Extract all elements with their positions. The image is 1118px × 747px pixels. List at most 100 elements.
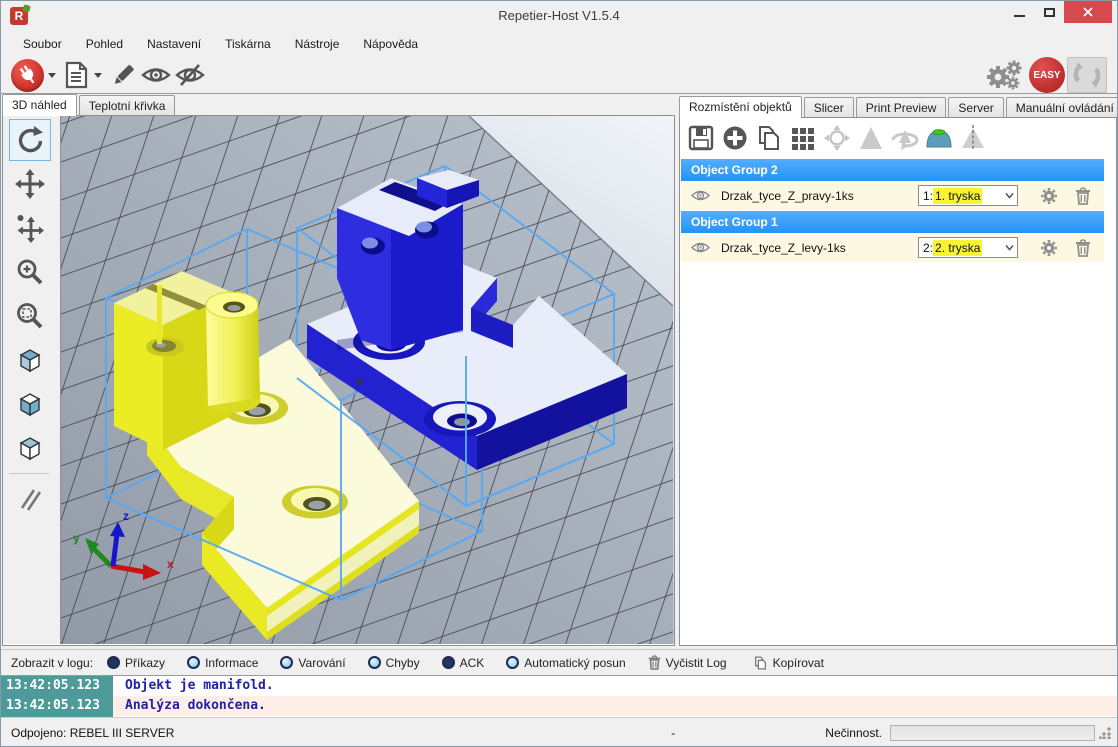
emergency-stop-button[interactable]: [1067, 57, 1107, 93]
toggle-informace[interactable]: Informace: [187, 656, 258, 670]
toggle-ack[interactable]: ACK: [442, 656, 485, 670]
isometric-view-button[interactable]: [9, 339, 51, 381]
printer-settings-button[interactable]: [983, 58, 1025, 92]
app-window: R Repetier-Host V1.5.4 Soubor Pohled Nas…: [0, 0, 1118, 747]
visibility-toggle[interactable]: [685, 189, 715, 202]
move-object-button[interactable]: [9, 207, 51, 249]
toggle-automaticky-posun[interactable]: Automatický posun: [506, 656, 625, 670]
object-name: Drzak_tyce_Z_levy-1ks: [715, 241, 918, 255]
rotate-view-button[interactable]: [9, 119, 51, 161]
center-object-button[interactable]: [820, 121, 854, 155]
lay-flat-button[interactable]: [922, 121, 956, 155]
toggle-prikazy[interactable]: Příkazy: [107, 656, 165, 670]
object-row[interactable]: Drzak_tyce_Z_pravy-1ks 1: 1. tryska: [681, 181, 1104, 210]
cut-object-button[interactable]: [956, 121, 990, 155]
rotate-object-button[interactable]: [888, 121, 922, 155]
tab-manualni-ovladani[interactable]: Manuální ovládání: [1006, 97, 1118, 118]
copy-log-button[interactable]: Kopírovat: [753, 655, 824, 671]
toggle-circle-icon: [368, 656, 381, 669]
edit-button[interactable]: [108, 60, 138, 90]
parallel-projection-icon: [15, 484, 45, 514]
status-center: -: [521, 726, 825, 740]
delete-object-button[interactable]: [1066, 239, 1100, 257]
clear-log-label: Vyčistit Log: [666, 656, 727, 670]
main-toolbar: EASY: [1, 57, 1117, 94]
connect-button[interactable]: [11, 59, 44, 92]
load-button[interactable]: [62, 60, 90, 90]
move-object-icon: [15, 213, 45, 243]
preview-tabs: 3D náhled Teplotní křivka: [2, 94, 675, 116]
maximize-button[interactable]: [1034, 1, 1064, 23]
object-group-header[interactable]: Object Group 1: [681, 211, 1104, 233]
clear-log-button[interactable]: Vyčistit Log: [648, 655, 727, 670]
parallel-projection-button[interactable]: [9, 478, 51, 520]
save-icon: [687, 124, 715, 152]
log-entry: 13:42:05.123 Objekt je manifold.: [1, 676, 1117, 696]
add-object-button[interactable]: [718, 121, 752, 155]
tab-3d-nahled[interactable]: 3D náhled: [2, 94, 77, 116]
object-settings-button[interactable]: [1032, 187, 1066, 205]
visibility-toggle[interactable]: [685, 241, 715, 254]
plug-icon: [16, 63, 40, 87]
copy-objects-button[interactable]: [752, 121, 786, 155]
menu-tiskarna[interactable]: Tiskárna: [213, 33, 283, 55]
toggle-label: Příkazy: [125, 656, 165, 670]
toggle-chyby[interactable]: Chyby: [368, 656, 420, 670]
tab-print-preview[interactable]: Print Preview: [856, 97, 947, 118]
autoposition-button[interactable]: [786, 121, 820, 155]
axis-y-label: y: [73, 531, 80, 545]
content-area: 3D náhled Teplotní křivka: [1, 94, 1117, 646]
easy-mode-button[interactable]: EASY: [1029, 57, 1065, 93]
top-view-icon: [15, 433, 45, 463]
extruder-select[interactable]: 2: 2. tryska: [918, 237, 1018, 258]
trash-icon: [1075, 239, 1091, 257]
minimize-icon: [1014, 15, 1025, 17]
menu-soubor[interactable]: Soubor: [11, 33, 74, 55]
printer-state: Nečinnost.: [825, 726, 882, 740]
resize-grip-icon[interactable]: [1099, 727, 1111, 739]
gear-icon: [1040, 187, 1058, 205]
menu-napoveda[interactable]: Nápověda: [351, 33, 430, 55]
toggle-circle-icon: [280, 656, 293, 669]
load-dropdown-caret[interactable]: [94, 73, 102, 78]
menu-nastaveni[interactable]: Nastavení: [135, 33, 213, 55]
front-view-button[interactable]: [9, 383, 51, 425]
fit-view-button[interactable]: [9, 295, 51, 337]
tab-slicer[interactable]: Slicer: [804, 97, 854, 118]
object-placement-panel: Object Group 2 Drzak_tyce_Z_pravy-1ks 1:: [679, 117, 1117, 646]
show-filament-button[interactable]: [140, 62, 172, 88]
log-filter-label: Zobrazit v logu:: [11, 656, 93, 670]
fit-view-icon: [15, 301, 45, 331]
connect-dropdown-caret[interactable]: [48, 73, 56, 78]
minimize-button[interactable]: [1004, 1, 1034, 23]
object-settings-button[interactable]: [1032, 239, 1066, 257]
menu-bar: Soubor Pohled Nastavení Tiskárna Nástroj…: [1, 31, 1117, 57]
title-bar[interactable]: R Repetier-Host V1.5.4: [1, 1, 1117, 31]
object-group-header[interactable]: Object Group 2: [681, 159, 1104, 181]
top-view-button[interactable]: [9, 427, 51, 469]
move-viewpoint-button[interactable]: [9, 163, 51, 205]
easy-label: EASY: [1033, 70, 1060, 81]
delete-object-button[interactable]: [1066, 187, 1100, 205]
scale-object-button[interactable]: [854, 121, 888, 155]
object-toolbar: [680, 118, 1116, 158]
tab-teplotni-krivka[interactable]: Teplotní křivka: [79, 95, 176, 116]
extruder-select[interactable]: 1: 1. tryska: [918, 185, 1018, 206]
scale-object-icon: [857, 124, 885, 152]
menu-pohled[interactable]: Pohled: [74, 33, 135, 55]
log-options-bar: Zobrazit v logu: Příkazy Informace Varov…: [1, 649, 1117, 675]
log-timestamp: 13:42:05.123: [1, 696, 113, 716]
zoom-view-button[interactable]: [9, 251, 51, 293]
viewport-3d[interactable]: * x y z: [60, 116, 674, 644]
tab-rozmisteni-objektu[interactable]: Rozmístění objektů: [679, 96, 802, 118]
save-job-button[interactable]: [684, 121, 718, 155]
move-icon: [15, 169, 45, 199]
menu-nastroje[interactable]: Nástroje: [283, 33, 352, 55]
isometric-view-icon: [15, 345, 45, 375]
log-view[interactable]: 13:42:05.123 Objekt je manifold. 13:42:0…: [1, 675, 1117, 717]
close-button[interactable]: [1064, 1, 1112, 23]
tab-server[interactable]: Server: [948, 97, 1003, 118]
toggle-varovani[interactable]: Varování: [280, 656, 345, 670]
object-row[interactable]: Drzak_tyce_Z_levy-1ks 2: 2. tryska: [681, 233, 1104, 262]
hide-travel-button[interactable]: [174, 62, 206, 88]
